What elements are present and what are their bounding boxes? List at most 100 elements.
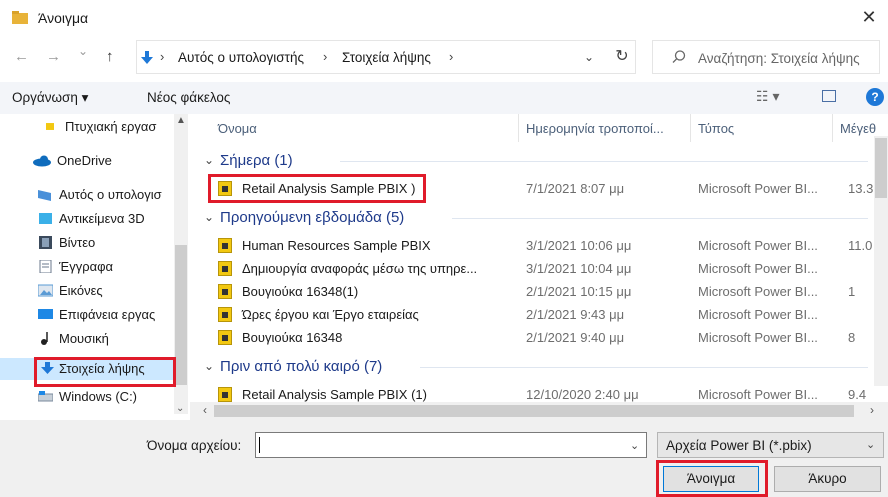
file-date: 3/1/2021 10:06 μμ bbox=[526, 238, 632, 253]
file-row[interactable]: Δημιουργία αναφοράς μέσω της υπηρε... 3/… bbox=[208, 258, 888, 280]
sidebar-item-label: Αυτός ο υπολογισ bbox=[59, 187, 162, 202]
pbix-file-icon bbox=[218, 261, 232, 276]
file-date: 2/1/2021 10:15 μμ bbox=[526, 284, 632, 299]
view-options-icon[interactable]: ☷ ▾ bbox=[756, 88, 779, 105]
forward-icon[interactable]: → bbox=[46, 48, 61, 65]
sidebar-item-videos[interactable]: Βίντεο bbox=[0, 232, 176, 254]
sidebar-item-label: Windows (C:) bbox=[59, 389, 138, 404]
back-icon[interactable]: ← bbox=[14, 48, 29, 65]
document-icon bbox=[39, 260, 52, 273]
scroll-left-icon[interactable]: ‹ bbox=[203, 403, 207, 417]
file-date: 2/1/2021 9:40 μμ bbox=[526, 330, 625, 345]
scroll-down-icon[interactable]: ⌄ bbox=[176, 403, 184, 414]
collapse-group-icon[interactable]: ⌄ bbox=[204, 359, 214, 373]
desktop-icon bbox=[38, 309, 53, 319]
pictures-icon bbox=[38, 284, 53, 297]
sidebar-item-label: Έγγραφα bbox=[59, 259, 114, 274]
sidebar-item-label: Εικόνες bbox=[59, 283, 103, 298]
file-size: 13.3 bbox=[848, 181, 874, 196]
group-divider bbox=[452, 218, 868, 219]
drive-icon bbox=[38, 391, 53, 402]
file-row[interactable]: Human Resources Sample PBIX 3/1/2021 10:… bbox=[208, 235, 888, 257]
navigation-pane: Πτυχιακή εργασ OneDrive Αυτός ο υπολογισ… bbox=[0, 114, 190, 421]
help-icon[interactable]: ? bbox=[866, 88, 884, 106]
file-type: Microsoft Power BI... bbox=[698, 238, 818, 253]
new-folder-button[interactable]: Νέος φάκελος bbox=[147, 90, 230, 105]
sidebar-item-music[interactable]: Μουσική bbox=[0, 328, 176, 350]
sidebar-item-pictures[interactable]: Εικόνες bbox=[0, 280, 176, 302]
file-size: 8 bbox=[848, 330, 856, 345]
column-header-date[interactable]: Ημερομηνία τροποποί... bbox=[526, 121, 664, 136]
address-dropdown-icon[interactable]: ⌄ bbox=[584, 50, 594, 64]
collapse-group-icon[interactable]: ⌄ bbox=[204, 153, 214, 167]
breadcrumb-this-pc[interactable]: Αυτός ο υπολογιστής bbox=[178, 50, 304, 65]
file-row[interactable]: Βουγιούκα 16348(1) 2/1/2021 10:15 μμ Mic… bbox=[208, 281, 888, 303]
file-name: Βουγιούκα 16348 bbox=[242, 330, 343, 345]
sidebar-item-this-pc[interactable]: Αυτός ο υπολογισ bbox=[0, 184, 176, 206]
sidebar-item-label: Πτυχιακή εργασ bbox=[65, 119, 157, 134]
pbix-file-icon bbox=[218, 181, 232, 196]
up-icon[interactable]: ↑ bbox=[106, 48, 114, 65]
filetype-value: Αρχεία Power BI (*.pbix) bbox=[666, 438, 812, 453]
group-header-long-ago[interactable]: Πριν από πολύ καιρό (7) bbox=[220, 358, 382, 375]
preview-pane-icon[interactable] bbox=[822, 90, 836, 102]
column-divider[interactable] bbox=[832, 114, 833, 142]
pbix-file-icon bbox=[218, 238, 232, 253]
pbix-file-icon bbox=[218, 307, 232, 322]
column-header-size[interactable]: Μέγεθ bbox=[840, 121, 876, 136]
column-divider[interactable] bbox=[518, 114, 519, 142]
organize-menu[interactable]: Οργάνωση ▾ bbox=[12, 90, 88, 106]
column-divider[interactable] bbox=[690, 114, 691, 142]
sidebar-item-desktop[interactable]: Επιφάνεια εργας bbox=[0, 304, 176, 326]
file-name: Retail Analysis Sample PBIX ) bbox=[242, 181, 416, 196]
file-date: 12/10/2020 2:40 μμ bbox=[526, 387, 639, 402]
music-icon bbox=[41, 332, 48, 345]
sidebar-item-downloads[interactable]: Στοιχεία λήψης bbox=[0, 358, 176, 380]
file-list-scroll-thumb[interactable] bbox=[875, 138, 887, 198]
sidebar-item-onedrive[interactable]: OneDrive bbox=[0, 150, 176, 172]
refresh-icon[interactable]: ↻ bbox=[610, 46, 634, 68]
filetype-dropdown-icon[interactable]: ⌄ bbox=[866, 438, 875, 451]
title-bar bbox=[0, 0, 888, 36]
file-size: 9.4 bbox=[848, 387, 867, 402]
open-button[interactable]: Άνοιγμα bbox=[663, 466, 759, 492]
horizontal-scroll-thumb[interactable] bbox=[214, 405, 854, 417]
file-row[interactable]: Ώρες έργου και Έργο εταιρείας 2/1/2021 9… bbox=[208, 304, 888, 326]
collapse-group-icon[interactable]: ⌄ bbox=[204, 210, 214, 224]
film-icon bbox=[39, 236, 52, 249]
breadcrumb-separator[interactable]: › bbox=[449, 49, 453, 64]
scroll-up-icon[interactable]: ▲ bbox=[176, 115, 186, 126]
column-header-name[interactable]: Όνομα bbox=[218, 121, 257, 136]
sidebar-item-label: Μουσική bbox=[59, 331, 109, 346]
sidebar-item-thesis[interactable]: Πτυχιακή εργασ bbox=[0, 116, 176, 138]
scroll-right-icon[interactable]: › bbox=[870, 403, 874, 417]
pbix-file-icon bbox=[218, 330, 232, 345]
computer-icon bbox=[38, 190, 51, 201]
pbix-file-icon bbox=[218, 284, 232, 299]
file-size: 1 bbox=[848, 284, 856, 299]
file-name: Ώρες έργου και Έργο εταιρείας bbox=[242, 307, 419, 322]
file-date: 7/1/2021 8:07 μμ bbox=[526, 181, 625, 196]
sidebar-item-windows-c[interactable]: Windows (C:) bbox=[0, 386, 176, 408]
breadcrumb-separator[interactable]: › bbox=[323, 49, 327, 64]
file-type: Microsoft Power BI... bbox=[698, 330, 818, 345]
close-button[interactable]: ✕ bbox=[858, 6, 880, 28]
sidebar-item-label: Επιφάνεια εργας bbox=[59, 307, 156, 322]
file-row[interactable]: Retail Analysis Sample PBIX ) 7/1/2021 8… bbox=[208, 178, 888, 200]
breadcrumb-separator[interactable]: › bbox=[160, 49, 164, 64]
file-name: Retail Analysis Sample PBIX (1) bbox=[242, 387, 427, 402]
group-divider bbox=[340, 161, 868, 162]
sidebar-item-3d-objects[interactable]: Αντικείμενα 3D bbox=[0, 208, 176, 230]
filename-dropdown-icon[interactable]: ⌄ bbox=[630, 439, 639, 452]
sidebar-item-documents[interactable]: Έγγραφα bbox=[0, 256, 176, 278]
file-row[interactable]: Βουγιούκα 16348 2/1/2021 9:40 μμ Microso… bbox=[208, 327, 888, 349]
cancel-button[interactable]: Άκυρο bbox=[774, 466, 881, 492]
breadcrumb-downloads[interactable]: Στοιχεία λήψης bbox=[342, 50, 431, 65]
group-header-last-week[interactable]: Προηγούμενη εβδομάδα (5) bbox=[220, 209, 404, 226]
folder-icon bbox=[12, 11, 28, 24]
filename-input[interactable] bbox=[255, 432, 647, 458]
navigation-scroll-thumb[interactable] bbox=[175, 245, 187, 385]
column-header-type[interactable]: Τύπος bbox=[698, 121, 734, 136]
group-header-today[interactable]: Σήμερα (1) bbox=[220, 152, 293, 169]
recent-locations-icon[interactable]: ⌄ bbox=[78, 44, 88, 58]
